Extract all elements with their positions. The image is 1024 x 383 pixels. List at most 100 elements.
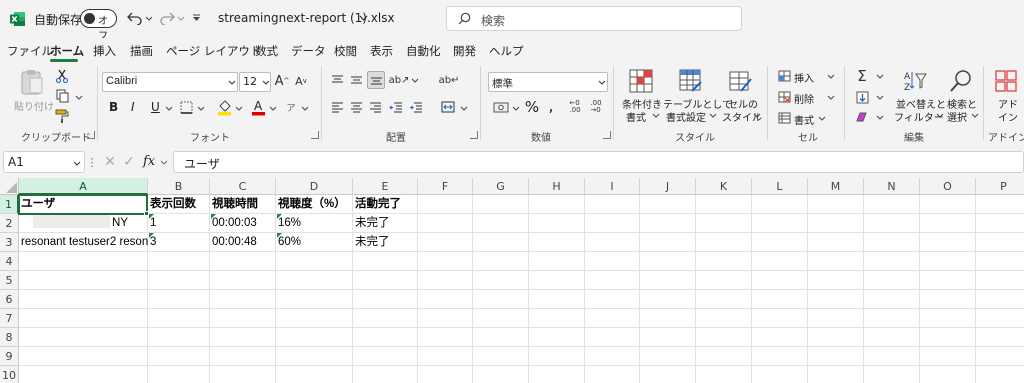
format-as-table-icon[interactable]: [678, 68, 704, 94]
cancel-icon[interactable]: ✕: [102, 153, 118, 171]
column-header-d[interactable]: D: [276, 178, 353, 195]
insert-function-button[interactable]: fx: [143, 154, 155, 169]
select-all-corner[interactable]: [0, 178, 19, 195]
redo-icon[interactable]: [156, 8, 178, 28]
sort-filter-icon[interactable]: AZ: [902, 68, 928, 94]
align-right-icon[interactable]: [367, 99, 383, 115]
cell-e2[interactable]: 未完了: [353, 214, 418, 233]
column-header-k[interactable]: K: [696, 178, 752, 195]
column-header-g[interactable]: G: [473, 178, 529, 195]
tab-formulas[interactable]: 数式: [255, 43, 278, 59]
format-as-table-chevron-down-icon[interactable]: [708, 111, 717, 119]
align-middle-icon[interactable]: [348, 72, 364, 88]
row-header-10[interactable]: 10: [0, 366, 19, 383]
bold-button[interactable]: B: [109, 100, 118, 114]
cell-d3[interactable]: 60%: [276, 233, 353, 252]
paste-label[interactable]: 貼り付け: [14, 98, 54, 113]
row-header-5[interactable]: 5: [0, 271, 19, 290]
number-format-select[interactable]: 標準: [488, 72, 608, 92]
orientation-icon[interactable]: ab↗: [389, 72, 410, 88]
format-cells-chevron-down-icon[interactable]: [817, 114, 826, 122]
worksheet-grid[interactable]: ABCDEFGHIJKLMNOP 1 2 3 4 5 6 7 8 9 10 ユーザ 表示回数 視聴時間…: [0, 178, 1024, 383]
format-cells-icon[interactable]: [777, 111, 791, 125]
increase-font-size-icon[interactable]: A ^: [274, 72, 290, 90]
conditional-formatting-chevron-down-icon[interactable]: [651, 111, 660, 119]
cell-styles-icon[interactable]: [728, 68, 754, 94]
tab-draw[interactable]: 描画: [130, 43, 153, 59]
format-painter-icon[interactable]: [54, 108, 70, 124]
cell-a3[interactable]: resonant testuser2 resonant: [19, 233, 148, 252]
column-header-a[interactable]: A: [19, 178, 148, 195]
underline-button[interactable]: U: [151, 100, 160, 114]
phonetic-dropdown-icon[interactable]: [300, 104, 309, 112]
fill-chevron-down-icon[interactable]: [875, 93, 884, 101]
increase-decimal-icon[interactable]: ←0.00: [566, 99, 584, 115]
undo-icon[interactable]: [124, 8, 146, 28]
autosave-toggle[interactable]: オフ: [80, 9, 117, 42]
merge-center-icon[interactable]: [440, 99, 456, 115]
insert-cells-label[interactable]: 挿入: [794, 70, 814, 85]
wrap-text-icon[interactable]: ab↵: [439, 72, 460, 88]
cell-d2[interactable]: 16%: [276, 214, 353, 233]
insert-function-chevron-down-icon[interactable]: [159, 158, 168, 166]
delete-cells-chevron-down-icon[interactable]: [826, 93, 835, 101]
cut-icon[interactable]: [54, 68, 70, 84]
cell-e1[interactable]: 活動完了: [353, 195, 418, 214]
tab-help[interactable]: ヘルプ: [489, 43, 524, 59]
sort-filter-chevron-down-icon[interactable]: [935, 111, 944, 119]
currency-dropdown-icon[interactable]: [511, 104, 520, 112]
percent-style-icon[interactable]: %: [524, 98, 540, 116]
copy-dropdown-icon[interactable]: [74, 92, 84, 102]
row-header-7[interactable]: 7: [0, 309, 19, 328]
more-options-icon[interactable]: ⋮: [87, 155, 98, 169]
paste-icon[interactable]: [19, 68, 45, 96]
find-select-icon[interactable]: [948, 68, 974, 94]
autosum-chevron-down-icon[interactable]: [875, 72, 884, 80]
tab-page-layout[interactable]: ページ レイアウト: [166, 43, 261, 59]
fill-icon[interactable]: [854, 89, 870, 105]
undo-dropdown-icon[interactable]: [144, 10, 154, 26]
underline-dropdown-icon[interactable]: [164, 104, 173, 112]
column-header-c[interactable]: C: [210, 178, 276, 195]
cell-c1[interactable]: 視聴時間: [210, 195, 276, 214]
column-header-m[interactable]: M: [808, 178, 864, 195]
addins-label-2[interactable]: イン: [998, 109, 1018, 124]
column-header-b[interactable]: B: [148, 178, 210, 195]
row-header-2[interactable]: 2: [0, 214, 19, 233]
orientation-dropdown-icon[interactable]: [410, 76, 419, 84]
insert-cells-icon[interactable]: [777, 69, 791, 83]
fill-handle[interactable]: [144, 211, 149, 216]
cell-b2[interactable]: 1: [148, 214, 210, 233]
column-header-p[interactable]: P: [976, 178, 1024, 195]
cell-e3[interactable]: 未完了: [353, 233, 418, 252]
tab-view[interactable]: 表示: [370, 43, 393, 59]
delete-cells-icon[interactable]: [777, 90, 791, 104]
copy-icon[interactable]: [54, 88, 70, 104]
cell-b1[interactable]: 表示回数: [148, 195, 210, 214]
row-header-1[interactable]: 1: [0, 195, 19, 214]
font-color-icon[interactable]: A: [250, 98, 266, 116]
tab-file[interactable]: ファイル: [7, 43, 53, 59]
cell-c3[interactable]: 00:00:48: [210, 233, 276, 252]
redo-dropdown-icon[interactable]: [176, 10, 186, 26]
clear-chevron-down-icon[interactable]: [875, 113, 884, 121]
row-header-3[interactable]: 3: [0, 233, 19, 252]
autosum-icon[interactable]: Σ: [854, 67, 870, 85]
font-color-dropdown-icon[interactable]: [268, 104, 277, 112]
name-box[interactable]: A1: [3, 151, 85, 173]
delete-cells-label[interactable]: 削除: [794, 91, 814, 106]
conditional-formatting-icon[interactable]: [628, 68, 654, 94]
alignment-launcher-icon[interactable]: [470, 131, 478, 139]
tab-insert[interactable]: 挿入: [93, 43, 116, 59]
clipboard-launcher-icon[interactable]: [87, 131, 95, 139]
fill-color-dropdown-icon[interactable]: [234, 104, 243, 112]
find-select-chevron-down-icon[interactable]: [970, 111, 979, 119]
borders-icon[interactable]: [179, 100, 193, 114]
fill-color-icon[interactable]: [216, 98, 232, 116]
customize-qat-icon[interactable]: [190, 10, 202, 26]
clear-icon[interactable]: [854, 109, 870, 125]
increase-indent-icon[interactable]: [408, 99, 424, 115]
comma-style-icon[interactable]: ,: [546, 96, 556, 115]
decrease-font-size-icon[interactable]: Av: [293, 72, 309, 90]
insert-cells-chevron-down-icon[interactable]: [826, 72, 835, 80]
